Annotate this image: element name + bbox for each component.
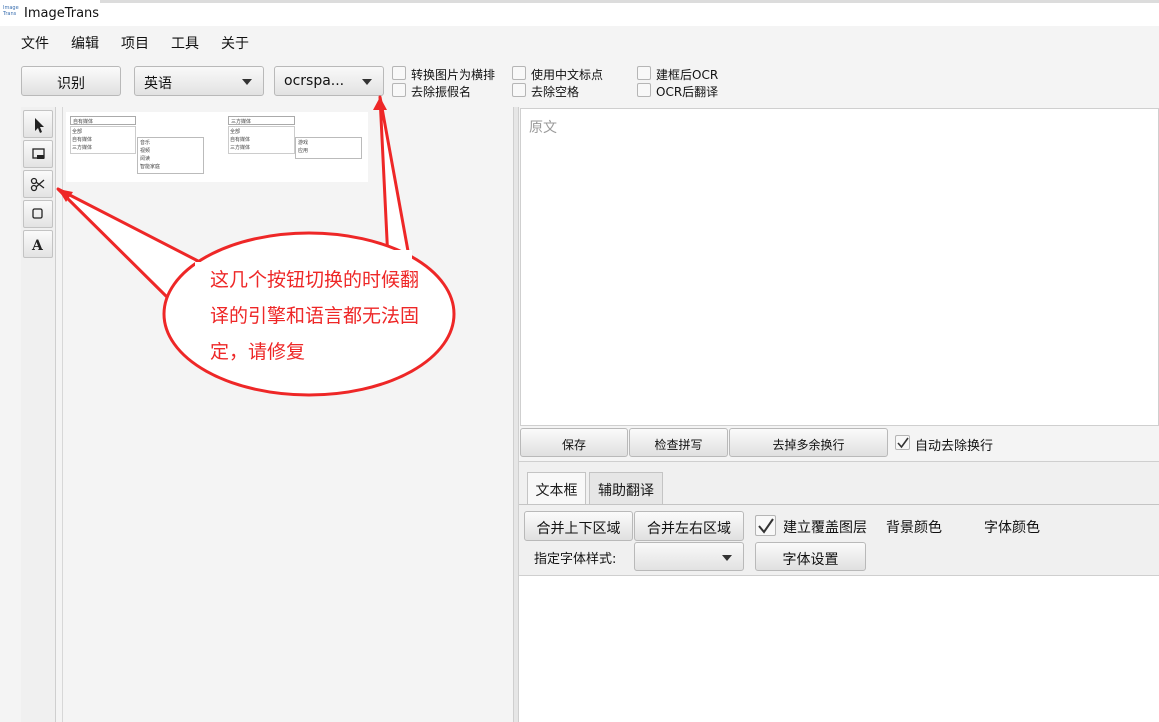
thumb-dropdown-left: 自有媒体 [70,116,136,125]
rectangle-tool-button[interactable] [23,200,53,228]
scissors-icon [30,177,45,192]
menu-tools[interactable]: 工具 [171,33,199,53]
svg-text:A: A [31,238,44,254]
recognize-button[interactable]: 识别 [21,66,121,96]
thumb-text: 智能家庭 [140,164,161,170]
checkmark-icon [758,518,774,534]
thumb-text: 阅读 [140,156,151,162]
spellcheck-button[interactable]: 检查拼写 [629,428,728,457]
thumb-text: 游戏 [298,140,309,146]
use-cn-punct-label: 使用中文标点 [531,68,604,82]
auto-remove-newlines-label: 自动去除换行 [915,439,994,454]
ocr-engine-select-value: ocrspa... [284,73,345,89]
checkmark-icon [897,437,909,449]
menu-about[interactable]: 关于 [221,33,249,53]
merge-horizontal-button[interactable]: 合并左右区域 [634,511,744,541]
remove-spaces-checkbox[interactable] [512,83,526,97]
thumb-text: 自有媒体 [73,119,94,125]
thumb-text: 三方媒体 [72,145,93,151]
pointer-icon [35,118,44,133]
ocr-after-box-label: 建框后OCR [656,68,719,82]
use-cn-punct-checkbox[interactable] [512,66,526,80]
create-overlay-label: 建立覆盖图层 [783,520,867,536]
thumb-text: 视频 [140,148,151,154]
font-settings-button[interactable]: 字体设置 [755,542,866,571]
menu-project[interactable]: 项目 [121,33,149,53]
thumb-dropdown-right: 三方媒体 [228,116,295,125]
thumb-text: 全部 [230,129,241,135]
thumb-text: 音乐 [140,140,151,146]
tab-textbox[interactable]: 文本框 [527,472,586,504]
window-title: ImageTrans [24,6,100,21]
auto-remove-newlines-checkbox[interactable] [895,435,910,450]
text-icon: A [31,238,44,254]
rectangle-icon [32,208,43,219]
annotation-text: 这几个按钮切换的时候翻译的引擎和语言都无法固定，请修复 [210,269,420,363]
tab-strip-divider [519,504,1159,505]
translate-after-ocr-checkbox[interactable] [637,83,651,97]
textbox-content-area[interactable] [519,575,1159,722]
region-icon [32,148,45,159]
menu-bar: 文件 编辑 项目 工具 关于 [0,28,1159,56]
convert-horizontal-label: 转换图片为横排 [411,68,496,82]
chevron-down-icon [242,79,252,85]
ocr-engine-select[interactable]: ocrspa... [274,66,384,96]
font-style-label: 指定字体样式: [534,552,617,567]
remove-spaces-label: 去除空格 [531,85,580,99]
thumb-text: 应用 [298,148,309,154]
language-select-value: 英语 [144,76,172,92]
create-overlay-checkbox[interactable] [755,515,776,536]
region-tool-button[interactable] [23,140,53,168]
thumb-text: 自有媒体 [72,137,93,143]
cut-tool-button[interactable] [23,170,53,198]
title-bar: Image Trans ImageTrans [0,0,1159,26]
translate-after-ocr-label: OCR后翻译 [656,85,719,99]
language-select[interactable]: 英语 [134,66,264,96]
image-canvas[interactable] [62,107,512,722]
remove-furigana-checkbox[interactable] [392,83,406,97]
title-bar-edge [100,0,1159,3]
text-tool-button[interactable]: A [23,230,53,258]
source-text-area[interactable]: 原文 [520,108,1159,426]
save-button[interactable]: 保存 [520,428,628,457]
merge-vertical-button[interactable]: 合并上下区域 [524,511,633,541]
source-image: 自有媒体 全部 自有媒体 三方媒体 音乐 视频 阅读 智能家庭 三方媒体 全部 … [66,112,368,182]
select-tool-button[interactable] [23,110,53,138]
background-color-picker[interactable]: 背景颜色 [886,517,942,537]
convert-horizontal-checkbox[interactable] [392,66,406,80]
app-logo: Image Trans [3,5,19,17]
thumb-text: 自有媒体 [230,137,251,143]
ocr-after-box-checkbox[interactable] [637,66,651,80]
thumb-text: 三方媒体 [231,119,252,125]
tool-column: A [21,107,56,722]
thumb-text: 三方媒体 [230,145,251,151]
chevron-down-icon [362,79,372,85]
tab-assist-translation[interactable]: 辅助翻译 [589,472,663,504]
remove-newlines-button[interactable]: 去掉多余换行 [729,428,888,457]
source-placeholder: 原文 [529,120,557,136]
menu-file[interactable]: 文件 [21,33,49,53]
thumb-text: 全部 [72,129,83,135]
font-style-select[interactable] [634,542,744,571]
menu-edit[interactable]: 编辑 [71,33,99,53]
font-color-picker[interactable]: 字体颜色 [984,517,1040,537]
remove-furigana-label: 去除振假名 [411,85,472,99]
chevron-down-icon [722,555,732,561]
